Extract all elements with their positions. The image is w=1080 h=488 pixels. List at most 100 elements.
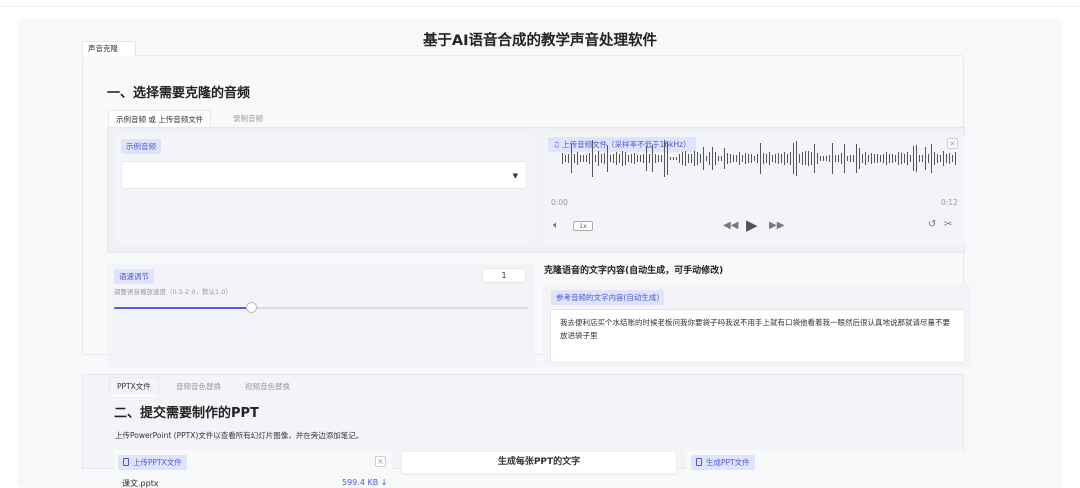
- waveform-bar: [868, 155, 869, 162]
- speed-card: [107, 263, 535, 367]
- waveform-bar: [784, 151, 785, 166]
- waveform-bar: [733, 155, 734, 162]
- tab-video-voice-replace[interactable]: 视频音色替换: [245, 381, 290, 392]
- clone-text-textarea[interactable]: 我去便利店买个水结账的时候老板问我你要袋子吗我说不用手上就有口袋他看着我一眼然后…: [550, 309, 965, 363]
- waveform-bar: [613, 154, 614, 163]
- waveform-bar: [730, 154, 731, 163]
- upload-pptx-label: 上传PPTX文件: [118, 455, 187, 470]
- waveform-bar: [781, 153, 782, 163]
- waveform-bar: [586, 154, 587, 162]
- rewind-icon[interactable]: ◀◀: [723, 220, 738, 231]
- waveform-bar: [607, 145, 608, 172]
- waveform-bar: [646, 146, 647, 171]
- waveform-bar: [937, 154, 938, 163]
- waveform-bar: [652, 145, 653, 172]
- waveform-bar: [673, 156, 674, 161]
- waveform-bar: [748, 153, 749, 164]
- uploaded-file-size[interactable]: 599.4 KB ↓: [342, 478, 387, 487]
- example-audio-dropdown[interactable]: ▼: [121, 161, 527, 189]
- waveform-bar: [802, 152, 803, 165]
- audio-waveform[interactable]: [548, 140, 960, 177]
- speed-label: 语速调节: [114, 269, 154, 284]
- waveform-bar: [862, 154, 863, 163]
- waveform-bar: [565, 155, 566, 162]
- fast-forward-icon[interactable]: ▶▶: [769, 220, 784, 231]
- waveform-bar: [724, 147, 725, 170]
- waveform-bar: [661, 155, 662, 162]
- waveform-bar: [952, 155, 953, 162]
- waveform-bar: [886, 151, 887, 166]
- waveform-bar: [598, 151, 599, 166]
- waveform-bar: [892, 153, 893, 164]
- play-icon[interactable]: ▶: [746, 216, 758, 234]
- waveform-bar: [880, 155, 881, 162]
- waveform-bar: [796, 141, 797, 176]
- waveform-bar: [865, 151, 866, 166]
- waveform-bar: [562, 153, 563, 164]
- generate-slide-text-button[interactable]: 生成每张PPT的文字: [401, 451, 677, 474]
- waveform-bar: [946, 154, 947, 163]
- waveform-bar: [727, 153, 728, 164]
- waveform-bar: [778, 152, 779, 165]
- volume-icon[interactable]: 🔈︎: [553, 220, 559, 231]
- waveform-bar: [859, 147, 860, 170]
- uploaded-file-name[interactable]: 课文.pptx: [122, 478, 159, 488]
- tab-record-audio[interactable]: 录制音频: [233, 113, 263, 124]
- waveform-bar: [625, 151, 626, 166]
- section2-title: 二、提交需要制作的PPT: [114, 406, 259, 421]
- waveform-bar: [658, 154, 659, 163]
- waveform-bar: [931, 143, 932, 174]
- output-pptx-label: 生成PPT文件: [691, 455, 755, 470]
- tab-voice-clone[interactable]: 声音克隆: [82, 41, 136, 56]
- file-icon: [696, 458, 702, 466]
- remove-file-icon[interactable]: ×: [375, 456, 386, 467]
- waveform-bar: [679, 153, 680, 164]
- waveform-bar: [685, 151, 686, 166]
- waveform-bar: [640, 155, 641, 162]
- waveform-bar: [574, 153, 575, 164]
- waveform-bar: [592, 140, 593, 177]
- waveform-bar: [922, 155, 923, 162]
- waveform-bar: [751, 153, 752, 164]
- playback-speed-button[interactable]: 1x: [573, 221, 593, 231]
- waveform-bar: [700, 153, 701, 164]
- waveform-bar: [637, 154, 638, 163]
- waveform-bar: [829, 155, 830, 162]
- waveform-bar: [913, 145, 914, 172]
- waveform-bar: [709, 152, 710, 165]
- waveform-bar: [844, 144, 845, 173]
- waveform-bar: [904, 154, 905, 163]
- speed-slider-thumb[interactable]: [245, 302, 257, 313]
- waveform-bar: [667, 142, 668, 175]
- waveform-bar: [901, 153, 902, 164]
- waveform-bar: [739, 152, 740, 165]
- speed-number-input[interactable]: 1: [482, 268, 526, 283]
- tab-audio-voice-replace[interactable]: 音频音色替换: [176, 381, 221, 392]
- waveform-bar: [742, 154, 743, 163]
- waveform-bar: [814, 144, 815, 173]
- speed-hint: 调整语音播放速度（0.5-2.0，默认1.0）: [114, 288, 232, 296]
- waveform-bar: [763, 152, 764, 165]
- undo-icon[interactable]: ↺: [928, 219, 936, 230]
- waveform-bar: [745, 152, 746, 165]
- waveform-bar: [925, 146, 926, 171]
- waveform-bar: [808, 151, 809, 166]
- waveform-bar: [670, 156, 671, 161]
- waveform-bar: [850, 154, 851, 163]
- waveform-bar: [826, 156, 827, 161]
- waveform-bar: [760, 142, 761, 175]
- waveform-bar: [571, 143, 572, 174]
- waveform-bar: [589, 153, 590, 164]
- waveform-bar: [898, 151, 899, 166]
- waveform-bar: [715, 151, 716, 166]
- waveform-bar: [895, 155, 896, 162]
- speed-slider-fill: [114, 307, 251, 309]
- section1-title: 一、选择需要克隆的音频: [107, 86, 251, 101]
- waveform-bar: [655, 153, 656, 164]
- waveform-bar: [832, 143, 833, 174]
- scissors-icon[interactable]: ✂: [944, 219, 952, 230]
- waveform-bar: [583, 154, 584, 163]
- tab-pptx-file[interactable]: PPTX文件: [109, 377, 159, 396]
- waveform-bar: [664, 140, 665, 177]
- waveform-bar: [916, 145, 917, 172]
